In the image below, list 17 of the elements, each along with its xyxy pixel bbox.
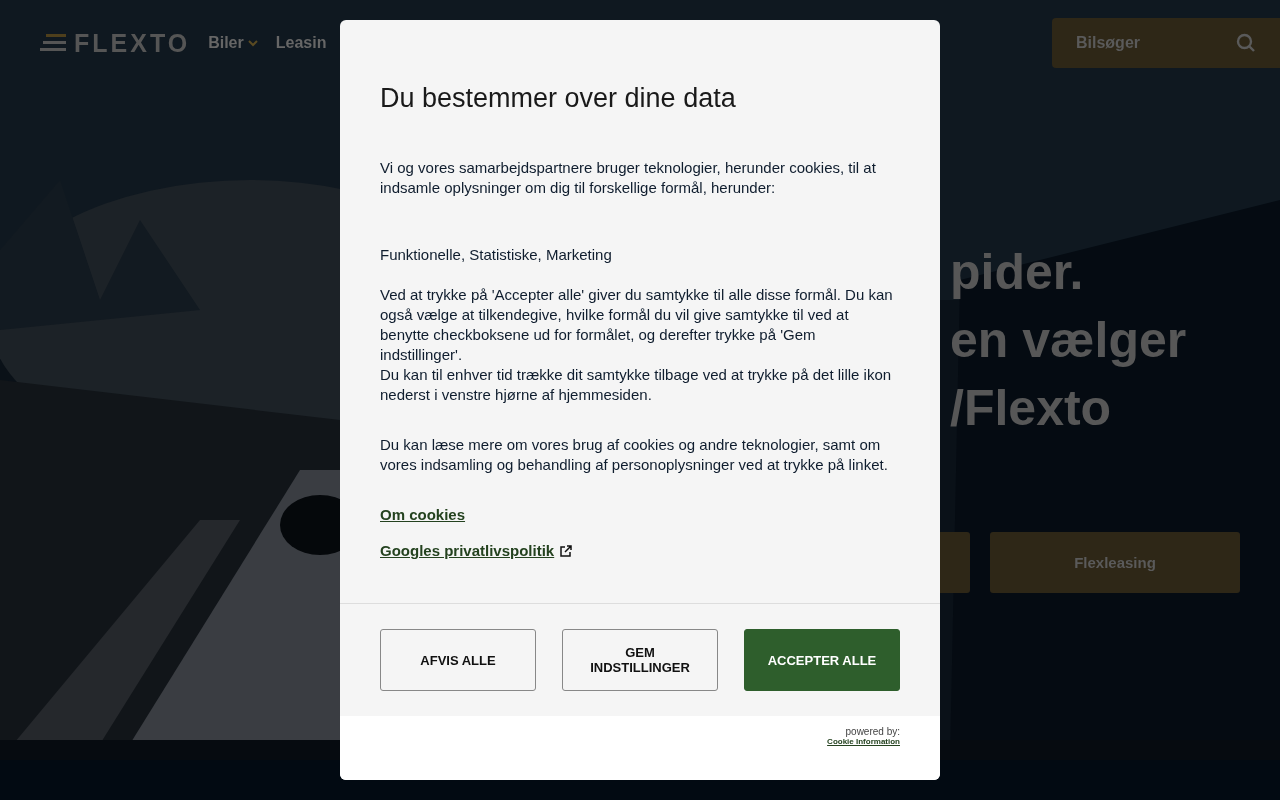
policy-link[interactable]: Googles privatlivspolitik	[380, 541, 573, 561]
provider-link[interactable]: Cookie Information	[827, 737, 900, 746]
intro-text: Vi og vores samarbejdspartnere bruger teknologier, herunder cookies, til at indsamle oplysninger om dig til forskellige formål, herunder:	[380, 158, 877, 198]
logo-stripes-icon	[40, 34, 66, 52]
search-icon	[1236, 33, 1256, 53]
hero-heading-line: pider.	[950, 243, 1085, 302]
more-info-text: Du kan læse mere om vores brug af cookies og andre teknologier, samt om vores indsamling og behandling af personoplysninger ved at trykke på linket.	[380, 435, 889, 475]
policy-link[interactable]: Om cookies	[380, 505, 466, 525]
purposes-text: Funktionelle, Statistiske, Marketing	[380, 245, 613, 265]
dialog-title: Du bestemmer over dine data	[380, 82, 737, 114]
powered-by-text: powered by:	[845, 726, 900, 737]
hero-heading-line: en vælger	[950, 311, 1188, 370]
hero-heading-line: /Flexto	[950, 379, 1113, 438]
consent-text: Ved at trykke på 'Accepter alle' giver du samtykke til alle disse formål. Du kan også vælge at tilkendegive, hvilke formål du vil give samtykke til ved at benytte checkboksene ud for formålet, og derefter trykke på 'Gem indstillinger'. Du kan til enhver tid trække dit samtykke tilbage ved at trykke på det lille ikon nederst i venstre hjørne af hjemmesiden.	[380, 285, 894, 405]
consent-button[interactable]: GEM INDSTILLINGER	[562, 629, 718, 691]
consent-button[interactable]: AFVIS ALLE	[380, 629, 536, 691]
consent-button[interactable]: ACCEPTER ALLE	[744, 629, 900, 691]
